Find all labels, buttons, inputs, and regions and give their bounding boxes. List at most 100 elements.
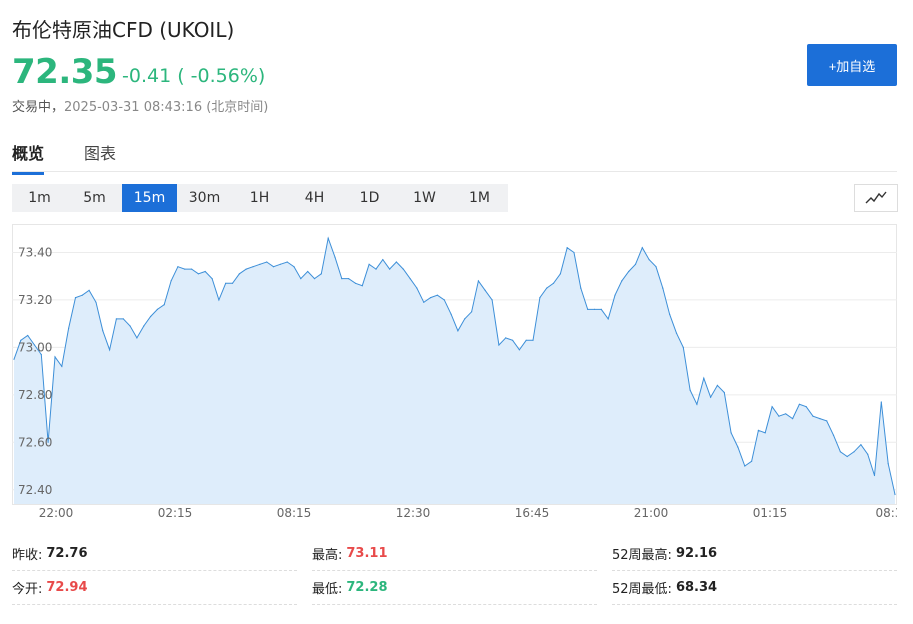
data-point xyxy=(272,266,275,268)
data-point xyxy=(443,299,445,301)
data-point xyxy=(327,237,329,239)
data-point xyxy=(109,349,111,351)
stat-open: 今开: 72.94 xyxy=(12,570,297,605)
data-point xyxy=(880,401,882,403)
data-point xyxy=(832,434,835,436)
data-point xyxy=(580,287,582,289)
data-point xyxy=(348,278,350,280)
data-point xyxy=(771,406,773,408)
data-point xyxy=(730,432,732,434)
tab-chart[interactable]: 图表 xyxy=(84,136,116,172)
data-point xyxy=(600,308,602,310)
x-tick-label: 08:3 xyxy=(876,506,897,520)
data-point xyxy=(539,297,541,299)
data-point xyxy=(614,294,616,296)
data-point xyxy=(245,268,247,270)
instrument-title: 布伦特原油CFD (UKOIL) xyxy=(12,18,235,42)
interval-1w[interactable]: 1W xyxy=(397,184,452,212)
data-point xyxy=(61,365,63,367)
data-point xyxy=(320,273,322,275)
data-point xyxy=(525,339,527,341)
data-point xyxy=(115,318,117,320)
data-point xyxy=(498,344,500,346)
stat-label: 52周最低: xyxy=(612,581,672,597)
interval-5m[interactable]: 5m xyxy=(67,184,122,212)
data-point xyxy=(669,313,671,315)
data-point xyxy=(744,465,746,467)
data-point xyxy=(477,280,479,282)
interval-1h[interactable]: 1H xyxy=(232,184,287,212)
data-point xyxy=(252,266,254,268)
data-point xyxy=(839,451,842,453)
stat-value: 72.76 xyxy=(46,545,88,561)
stat-label: 最高: xyxy=(312,547,343,563)
data-point xyxy=(853,451,855,453)
data-point xyxy=(682,346,684,348)
data-point xyxy=(607,318,609,320)
data-point xyxy=(778,415,780,417)
data-point xyxy=(150,315,152,318)
interval-1mo[interactable]: 1M xyxy=(452,184,507,212)
data-point xyxy=(129,325,131,327)
data-point xyxy=(703,377,705,379)
timestamp: 2025-03-31 08:43:16 (北京时间) xyxy=(64,100,269,115)
current-price: 72.35 xyxy=(12,52,118,92)
stat-52w-high: 52周最高: 92.16 xyxy=(612,536,897,571)
data-point xyxy=(648,259,650,261)
tab-overview[interactable]: 概览 xyxy=(12,136,45,175)
x-tick-label: 22:00 xyxy=(39,506,74,520)
data-point xyxy=(628,270,630,273)
stat-high: 最高: 73.11 xyxy=(312,536,597,571)
chart-type-button[interactable] xyxy=(854,184,898,212)
data-point xyxy=(231,282,234,284)
data-point xyxy=(566,247,568,249)
data-point xyxy=(689,389,691,391)
data-point xyxy=(546,287,548,289)
data-point xyxy=(102,330,104,332)
data-point xyxy=(696,403,698,405)
data-point xyxy=(518,349,520,351)
interval-30m[interactable]: 30m xyxy=(177,184,232,212)
data-point xyxy=(122,318,124,320)
x-tick-label: 12:30 xyxy=(396,506,431,520)
data-point xyxy=(785,413,787,415)
x-tick-label: 02:15 xyxy=(158,506,193,520)
interval-4h[interactable]: 4H xyxy=(287,184,342,212)
data-point xyxy=(662,287,664,289)
data-point xyxy=(286,261,288,263)
data-point xyxy=(716,384,719,386)
data-point xyxy=(341,278,343,280)
add-to-watchlist-button[interactable]: +加自选 xyxy=(807,44,897,86)
data-point xyxy=(512,339,514,341)
data-point xyxy=(491,299,493,301)
data-point xyxy=(81,294,83,296)
interval-1m[interactable]: 1m xyxy=(12,184,67,212)
x-tick-label: 08:15 xyxy=(277,506,312,520)
data-point xyxy=(860,444,862,446)
y-tick-label: 72.80 xyxy=(18,388,52,402)
data-point xyxy=(634,263,637,265)
y-tick-label: 73.40 xyxy=(18,245,52,259)
data-point xyxy=(27,334,29,337)
stat-52w-low: 52周最低: 68.34 xyxy=(612,570,897,605)
data-point xyxy=(423,301,425,303)
interval-1d[interactable]: 1D xyxy=(342,184,397,212)
data-point xyxy=(95,301,97,303)
data-point xyxy=(143,325,145,327)
data-point xyxy=(805,406,807,408)
data-point xyxy=(552,282,555,284)
price-chart[interactable]: 73.40 73.20 73.00 72.80 72.60 72.40 22:00 02:15… xyxy=(12,224,897,528)
data-point xyxy=(266,261,268,263)
data-point xyxy=(430,297,432,299)
data-point xyxy=(279,263,281,265)
data-point xyxy=(887,463,889,465)
data-point xyxy=(587,308,589,310)
data-point xyxy=(334,256,336,258)
data-point xyxy=(389,268,391,270)
interval-15m[interactable]: 15m xyxy=(122,184,177,212)
data-point xyxy=(737,446,739,448)
data-point xyxy=(354,282,357,284)
data-point xyxy=(300,278,302,280)
data-point xyxy=(621,280,623,282)
data-point xyxy=(559,273,562,275)
